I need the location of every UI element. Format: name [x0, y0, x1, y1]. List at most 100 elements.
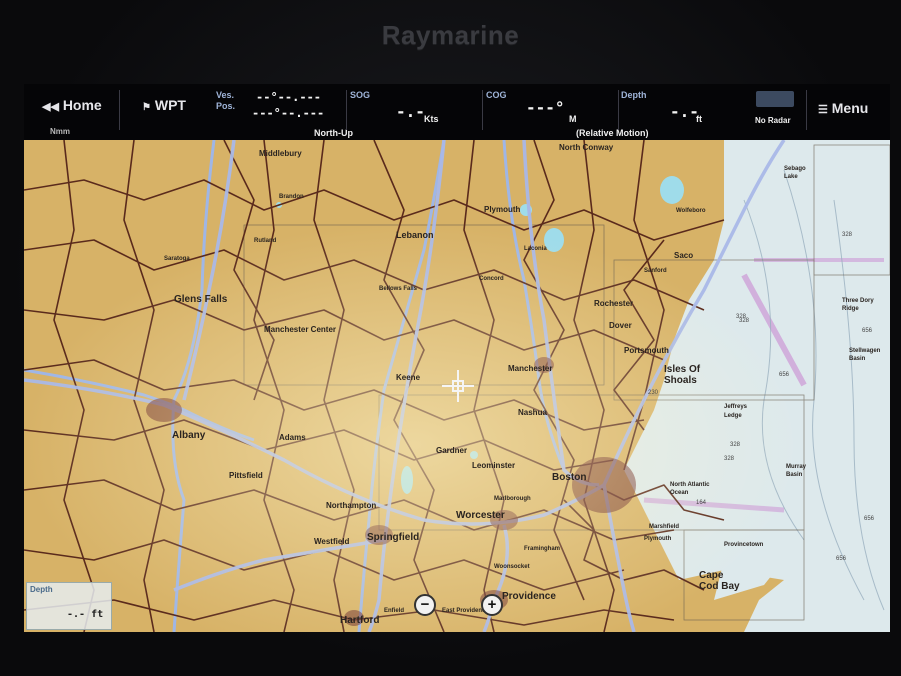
- place-label: Boston: [552, 472, 586, 483]
- place-label: Westfield: [314, 537, 350, 546]
- place-label: Cod Bay: [699, 581, 740, 592]
- place-label: Lebanon: [396, 230, 434, 240]
- sog-value: -.-: [396, 102, 425, 121]
- place-label: Basin: [849, 356, 866, 362]
- home-sublabel: Nmm: [50, 127, 71, 136]
- place-label: Middlebury: [259, 149, 302, 158]
- place-label: Concord: [479, 276, 504, 282]
- orientation-mode[interactable]: North-Up: [314, 128, 353, 138]
- depth-widget: Depth -.- ft: [26, 582, 112, 630]
- depth-widget-value: -.- ft: [67, 609, 104, 620]
- place-label: Three Dory: [842, 298, 874, 304]
- depth-label: Depth: [621, 90, 647, 100]
- place-label: Glens Falls: [174, 294, 228, 305]
- place-label: Keene: [396, 373, 421, 382]
- place-label: Plymouth: [644, 536, 672, 542]
- position-line-1: --°--.---: [256, 90, 322, 104]
- separator: [482, 90, 483, 130]
- place-label: Bellows Falls: [379, 286, 418, 292]
- place-label: Nashua: [518, 408, 547, 417]
- place-label: Manchester Center: [264, 325, 336, 334]
- wpt-label: WPT: [154, 97, 186, 113]
- place-label: Ocean: [670, 490, 689, 496]
- place-label: Springfield: [367, 532, 419, 543]
- place-label: Marlborough: [494, 496, 531, 502]
- depth-value: -.-: [670, 102, 699, 121]
- place-label: Woonsocket: [494, 564, 530, 570]
- data-bar: ◀◀ Home Nmm ⚑ WPT Ves. Pos. --°--.--- --…: [24, 84, 890, 140]
- place-label: Plymouth: [484, 205, 521, 214]
- place-label: Manchester: [508, 364, 552, 373]
- sounding: 328: [736, 314, 747, 320]
- menu-icon: ☰: [818, 104, 828, 116]
- sounding: 328: [730, 442, 741, 448]
- place-label: Stellwagen: [849, 348, 881, 354]
- place-label: Murray: [786, 464, 807, 470]
- zoom-in-button[interactable]: +: [481, 594, 503, 616]
- sounding: 656: [864, 516, 875, 522]
- home-label: Home: [62, 97, 102, 113]
- place-label: Worcester: [456, 510, 505, 521]
- place-label: Rochester: [594, 299, 633, 308]
- chart-screen: ◀◀ Home Nmm ⚑ WPT Ves. Pos. --°--.--- --…: [24, 84, 890, 632]
- sounding: 656: [779, 372, 790, 378]
- cog-label: COG: [486, 90, 507, 100]
- place-label: Wolfeboro: [676, 208, 706, 214]
- motion-mode[interactable]: (Relative Motion): [576, 128, 649, 138]
- cog-unit: M: [569, 114, 577, 124]
- place-label: Enfield: [384, 608, 404, 614]
- place-label: Lake: [784, 174, 798, 180]
- place-label: Albany: [172, 430, 206, 441]
- home-button[interactable]: ◀◀ Home: [42, 97, 102, 113]
- sounding: 656: [836, 556, 847, 562]
- place-label: Cape: [699, 570, 724, 581]
- place-label: Gardner: [436, 446, 467, 455]
- sog-label: SOG: [350, 90, 371, 100]
- place-label: Sanford: [644, 268, 667, 274]
- zoom-out-button[interactable]: −: [414, 594, 436, 616]
- place-label: Portsmouth: [624, 346, 669, 355]
- place-label: Providence: [502, 591, 556, 602]
- place-label: Ledge: [724, 413, 742, 419]
- sounding: 328: [724, 456, 735, 462]
- menu-label: Menu: [831, 100, 869, 116]
- place-label: Saratoga: [164, 256, 190, 262]
- place-label: Northampton: [326, 501, 376, 510]
- place-label: Brandon: [279, 194, 304, 200]
- sounding: 328: [842, 232, 853, 238]
- separator: [618, 90, 619, 130]
- depth-widget-label: Depth: [30, 585, 53, 594]
- place-label: Jeffreys: [724, 404, 748, 410]
- waypoint-flag-icon: ⚑: [142, 102, 151, 113]
- place-label: Dover: [609, 321, 632, 330]
- place-label: Saco: [674, 251, 693, 260]
- sounding: 164: [696, 500, 707, 506]
- place-label: Laconia: [524, 246, 547, 252]
- brand-logo: Raymarine: [381, 20, 520, 50]
- cog-value: ---°: [526, 98, 565, 117]
- place-label: Provincetown: [724, 542, 764, 548]
- separator: [346, 90, 347, 130]
- radar-icon: [756, 91, 794, 107]
- wpt-button[interactable]: ⚑ WPT: [142, 97, 186, 113]
- sounding: 230: [648, 390, 659, 396]
- nautical-chart-map[interactable]: Middlebury North Conway Lebanon Plymouth…: [24, 140, 890, 632]
- sounding: 656: [862, 328, 873, 334]
- place-label: Marshfield: [649, 524, 679, 530]
- place-label: Hartford: [340, 615, 379, 626]
- place-label: Ridge: [842, 306, 859, 312]
- place-label: Adams: [279, 433, 306, 442]
- vessel-position-label: Ves. Pos.: [216, 90, 236, 111]
- radar-status: No Radar: [755, 116, 791, 125]
- separator: [806, 90, 807, 130]
- place-label: Pittsfield: [229, 471, 263, 480]
- sog-unit: Kts: [424, 114, 439, 124]
- place-label: Sebago: [784, 166, 806, 172]
- position-line-2: ---°--.---: [252, 106, 325, 120]
- depth-unit: ft: [696, 114, 702, 124]
- separator: [119, 90, 120, 130]
- place-label: North Atlantic: [670, 482, 710, 488]
- place-label: Shoals: [664, 375, 697, 386]
- place-label: Leominster: [472, 461, 515, 470]
- menu-button[interactable]: ☰ Menu: [818, 100, 868, 116]
